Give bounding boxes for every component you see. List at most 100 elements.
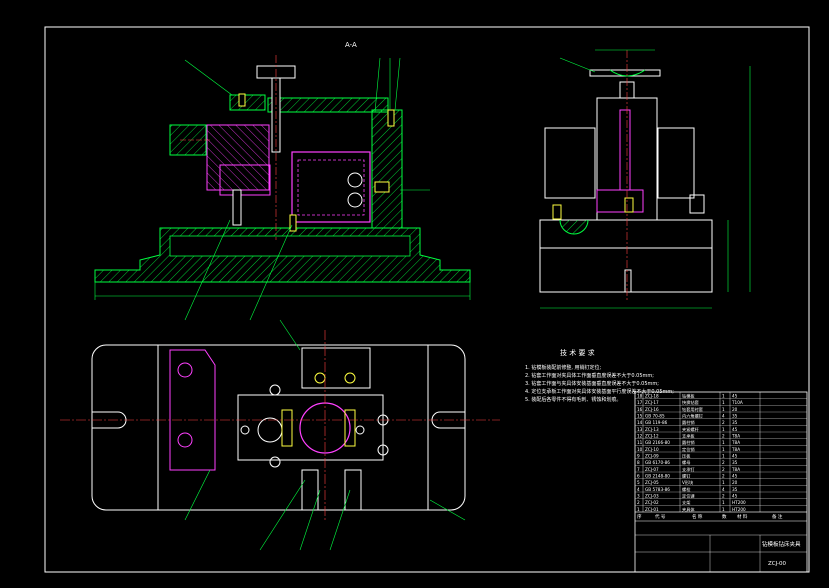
drawing-frame bbox=[44, 26, 810, 573]
bom-cell: ZCJ-05 bbox=[645, 480, 659, 485]
bom-cell: 9 bbox=[637, 453, 640, 458]
bom-header-note: 备 注 bbox=[772, 513, 783, 520]
bom-cell: 1 bbox=[722, 447, 725, 452]
bom-cell: ZCJ-18 bbox=[645, 393, 659, 398]
bom-cell: 2 bbox=[722, 467, 725, 472]
bom-cell: 7 bbox=[637, 467, 640, 472]
bom-cell: 5 bbox=[637, 480, 640, 485]
drawing-name: 钻模板钻床夹具 bbox=[762, 540, 801, 548]
bom-cell: 2 bbox=[722, 473, 725, 478]
bom-cell: V形块 bbox=[682, 479, 694, 486]
bom-header-qty: 数 bbox=[722, 513, 727, 520]
bom-cell: 定位键 bbox=[682, 492, 695, 499]
bom-cell: 20 bbox=[732, 407, 738, 412]
bom-cell: ZCJ-13 bbox=[645, 427, 659, 432]
tech-req-item: 3. 钻套工作面与夹具体安装基面垂直度误差不大于0.05mm; bbox=[525, 380, 659, 387]
bom-cell: 3 bbox=[637, 493, 640, 498]
bom-header-material: 材 料 bbox=[737, 513, 748, 520]
bom-cell: ZCJ-12 bbox=[645, 433, 659, 438]
bom-cell: ZCJ-17 bbox=[645, 400, 659, 405]
bom-cell: 螺母 bbox=[682, 459, 690, 466]
bom-cell: 螺栓 bbox=[682, 486, 691, 493]
bom-cell: T8A bbox=[731, 467, 740, 472]
bom-cell: GB 119-86 bbox=[645, 420, 668, 425]
bom-cell: 45 bbox=[732, 473, 738, 478]
bom-cell: GB 70-85 bbox=[645, 413, 665, 418]
bom-cell: 2 bbox=[722, 433, 725, 438]
section-label: A-A bbox=[345, 41, 357, 49]
bom-cell: T8A bbox=[731, 440, 740, 445]
bom-cell: 18 bbox=[637, 393, 643, 398]
bom-cell: 内六角螺钉 bbox=[682, 412, 704, 419]
bom-cell: ZCJ-03 bbox=[645, 493, 659, 498]
bom-cell: GB 2148-80 bbox=[645, 473, 670, 478]
bom-cell: 1 bbox=[637, 507, 640, 512]
bom-table: 18 ZCJ-18 钻模板 1 4517 ZCJ-17 快换钻套 1 T10A16 ZCJ-16 钻… bbox=[635, 392, 807, 513]
bom-cell: 35 bbox=[732, 413, 738, 418]
bom-cell: 35 bbox=[732, 487, 738, 492]
bom-cell: 圆柱销 bbox=[682, 419, 695, 426]
bom-cell: 8 bbox=[637, 460, 640, 465]
bom-cell: 6 bbox=[637, 473, 640, 478]
bom-cell: 2 bbox=[722, 460, 725, 465]
bom-cell: 45 bbox=[732, 427, 738, 432]
tech-req-item: 5. 装配后各零件不得有毛刺、锈蚀和划痕。 bbox=[525, 396, 621, 403]
bom-cell: 16 bbox=[637, 407, 643, 412]
bom-cell: ZCJ-07 bbox=[645, 467, 659, 472]
bom-cell: ZCJ-10 bbox=[645, 447, 659, 452]
bom-header-code: 代 号 bbox=[655, 513, 666, 520]
bom-cell: 12 bbox=[637, 433, 643, 438]
bom-cell: 快换钻套 bbox=[682, 399, 700, 406]
bom-cell: GB 2166-80 bbox=[645, 440, 670, 445]
bom-cell: 压板 bbox=[682, 452, 691, 459]
bom-cell: 1 bbox=[722, 453, 725, 458]
drawing-number: ZCJ-00 bbox=[768, 561, 787, 567]
bom-cell: ZCJ-01 bbox=[645, 507, 659, 512]
drawing-canvas: A-A 技 术 要 求 1. 钻模板装配前修整, 用销钉定位; 2. 钻套工作面… bbox=[44, 26, 810, 573]
bom-cell: 14 bbox=[637, 420, 643, 425]
bom-cell: 定位销 bbox=[682, 446, 695, 453]
bom-cell: 13 bbox=[637, 427, 643, 432]
title-block: 18 ZCJ-18 钻模板 1 4517 ZCJ-17 快换钻套 1 T10A16 ZCJ-16 钻… bbox=[634, 391, 808, 573]
bom-cell: 2 bbox=[722, 420, 725, 425]
bom-cell: T8A bbox=[731, 447, 740, 452]
bom-cell: 45 bbox=[732, 393, 738, 398]
bom-cell: 10 bbox=[637, 447, 643, 452]
bom-cell: 35 bbox=[732, 460, 738, 465]
bom-cell: 钻套用衬套 bbox=[682, 406, 704, 413]
bom-cell: T8A bbox=[731, 433, 740, 438]
bom-cell: 1 bbox=[722, 393, 725, 398]
bom-cell: 螺钉 bbox=[682, 472, 691, 479]
bom-cell: 4 bbox=[637, 487, 640, 492]
bom-cell: 1 bbox=[722, 400, 725, 405]
bom-cell: 圆柱销 bbox=[682, 439, 695, 446]
bom-cell: 4 bbox=[722, 487, 725, 492]
bom-cell: 11 bbox=[637, 440, 643, 445]
bom-cell: 1 bbox=[722, 500, 725, 505]
bom-cell: 支承钉 bbox=[682, 466, 695, 473]
tech-req-item: 1. 钻模板装配前修整, 用销钉定位; bbox=[525, 364, 602, 371]
bom-cell: 支承板 bbox=[682, 432, 695, 439]
bom-cell: 15 bbox=[637, 413, 643, 418]
tech-req-item: 2. 钻套工作面对夹具体工作面垂直度误差不大于0.05mm; bbox=[525, 372, 654, 379]
bom-cell: 4 bbox=[722, 413, 725, 418]
bom-cell: GB 6170-86 bbox=[645, 460, 670, 465]
bom-cell: ZCJ-09 bbox=[645, 453, 659, 458]
bom-cell: 17 bbox=[637, 400, 643, 405]
bom-cell: 2 bbox=[722, 493, 725, 498]
bom-cell: GB 5783-86 bbox=[645, 487, 670, 492]
bom-cell: 夹紧螺杆 bbox=[682, 426, 700, 433]
bom-cell: 1 bbox=[722, 407, 725, 412]
bom-cell: HT200 bbox=[732, 507, 746, 512]
bom-cell: 支架 bbox=[682, 499, 690, 506]
bom-cell: 2 bbox=[637, 500, 640, 505]
bom-header-name: 名 称 bbox=[692, 513, 703, 520]
bom-cell: 1 bbox=[722, 427, 725, 432]
bom-cell: ZCJ-02 bbox=[645, 500, 659, 505]
bom-cell: HT200 bbox=[732, 500, 746, 505]
bom-cell: 钻模板 bbox=[682, 392, 695, 399]
bom-cell: T10A bbox=[731, 400, 743, 405]
bom-cell: 1 bbox=[722, 440, 725, 445]
tech-req-heading: 技 术 要 求 bbox=[560, 348, 595, 357]
bom-cell: 20 bbox=[732, 480, 738, 485]
